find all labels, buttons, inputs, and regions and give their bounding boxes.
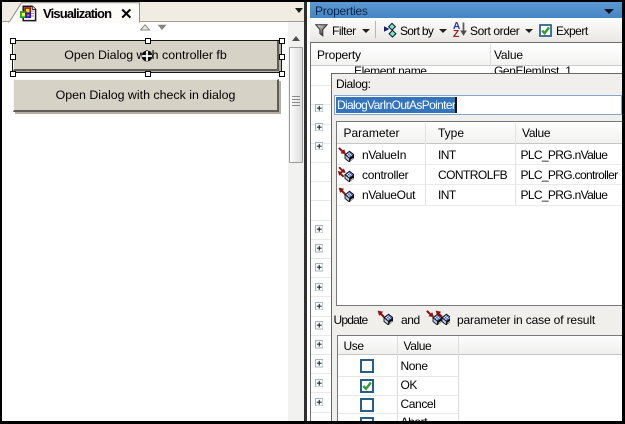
svg-text:Z: Z [453,29,459,38]
